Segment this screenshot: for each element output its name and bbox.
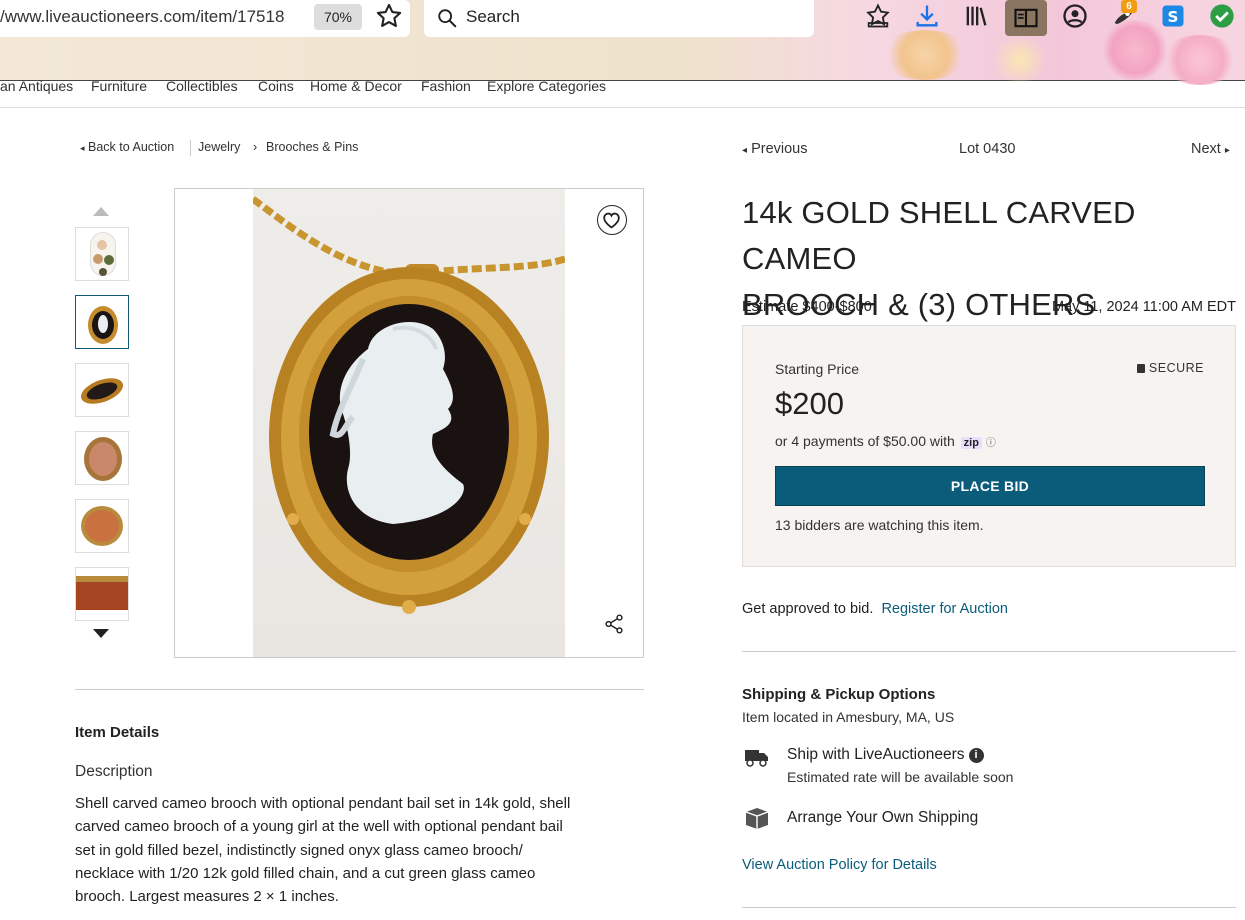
divider [742, 651, 1236, 652]
register-prompt: Get approved to bid. Register for Auctio… [742, 601, 1008, 617]
previous-label: Previous [751, 141, 808, 157]
description-line: carved cameo brooch of a young girl at t… [75, 818, 563, 836]
checkmark-extension-icon[interactable] [1208, 2, 1236, 30]
extension-badge: 6 [1121, 0, 1137, 13]
description-line: brooch. Largest measures 2 × 1 inches. [75, 888, 339, 906]
back-label: Back to Auction [88, 140, 175, 154]
item-details-heading: Item Details [75, 724, 160, 741]
thumbnail-2[interactable] [75, 295, 129, 349]
chevron-right-icon: › [253, 140, 258, 154]
description-line: Shell carved cameo brooch with optional … [75, 795, 571, 812]
nav-divider [0, 107, 1245, 108]
thumb-scroll-up-icon[interactable] [93, 207, 109, 216]
lot-number: Lot 0430 [959, 141, 1016, 157]
category-link[interactable]: Collectibles [166, 78, 238, 94]
item-title-line: 14k GOLD SHELL CARVED CAMEO [742, 195, 1136, 276]
register-for-auction-link[interactable]: Register for Auction [881, 601, 1008, 617]
thumbnail-6[interactable] [75, 567, 129, 621]
info-icon[interactable]: i [968, 748, 984, 763]
auction-date: May 11, 2024 11:00 AM EDT [1051, 299, 1236, 315]
favorite-heart-icon[interactable] [597, 205, 627, 235]
next-lot-link[interactable]: Next ▸ [1191, 141, 1230, 157]
item-location: Item located in Amesbury, MA, US [742, 709, 955, 725]
search-placeholder: Search [466, 7, 520, 26]
arrange-own-shipping: Arrange Your Own Shipping [787, 809, 979, 826]
category-link[interactable]: Fashion [421, 78, 471, 94]
estimate: Estimate $400-$800 [742, 299, 872, 315]
category-link[interactable]: Furniture [91, 78, 147, 94]
download-icon[interactable] [913, 2, 941, 30]
secure-label: SECURE [1148, 361, 1204, 375]
thumbnail-5[interactable] [75, 499, 129, 553]
reader-view-icon[interactable] [1005, 0, 1047, 36]
starting-price-label: Starting Price [775, 361, 860, 377]
cameo-photo [253, 189, 565, 657]
caret-left-icon: ◂ [80, 143, 85, 153]
next-label: Next [1191, 141, 1221, 157]
browser-toolbar: /www.liveauctioneers.com/item/17518 70% … [0, 0, 1245, 85]
divider [742, 907, 1236, 908]
thumb-scroll-down-icon[interactable] [93, 629, 109, 638]
category-link[interactable]: Explore Categories [487, 78, 606, 94]
bookmark-star-icon[interactable] [375, 2, 405, 32]
shipping-heading: Shipping & Pickup Options [742, 686, 936, 703]
ship-estimate-note: Estimated rate will be available soon [787, 769, 1014, 785]
address-bar[interactable]: /www.liveauctioneers.com/item/17518 70% [0, 0, 410, 37]
zip-logo: zip [960, 437, 982, 449]
back-to-auction-link[interactable]: ◂ Back to Auction [80, 140, 174, 154]
caret-right-icon: ▸ [1224, 145, 1230, 156]
thumbnail-1[interactable] [75, 227, 129, 281]
search-bar[interactable]: Search [424, 0, 814, 37]
description-text: Shell carved cameo brooch with optional … [75, 792, 650, 908]
breadcrumb-jewelry[interactable]: Jewelry [198, 140, 240, 154]
package-icon [744, 806, 770, 830]
pocket-save-icon[interactable] [864, 2, 892, 30]
thumbnail-3[interactable] [75, 363, 129, 417]
secure-badge: SECURE [1136, 361, 1204, 375]
ship-option-title: Ship with LiveAuctioneers [787, 746, 965, 763]
watchers-count: 13 bidders are watching this item. [775, 517, 984, 533]
zoom-level-badge[interactable]: 70% [314, 4, 362, 30]
library-icon[interactable] [962, 2, 990, 30]
place-bid-button[interactable]: PLACE BID [775, 466, 1205, 506]
installment-info: or 4 payments of $50.00 with zip ⓘ [775, 433, 996, 449]
register-text: Get approved to bid. [742, 601, 874, 617]
description-line: set in gold filled bezel, indistinctly s… [75, 841, 523, 859]
breadcrumb-separator [190, 140, 191, 156]
previous-lot-link[interactable]: ◂ Previous [742, 141, 807, 157]
truck-icon [744, 746, 770, 768]
lock-icon [1136, 364, 1145, 373]
category-link[interactable]: Home & Decor [310, 78, 402, 94]
description-line: necklace with 1/20 12k gold filled chain… [75, 864, 536, 882]
category-link[interactable]: an Antiques [0, 78, 73, 94]
category-link[interactable]: Coins [258, 78, 294, 94]
info-icon[interactable]: ⓘ [986, 438, 996, 449]
main-image-viewer[interactable] [174, 188, 644, 658]
ship-with-liveauctioneers: Ship with LiveAuctioneers i [787, 746, 984, 764]
divider [75, 689, 644, 690]
bid-panel: Starting Price SECURE $200 or 4 payments… [742, 325, 1236, 567]
share-icon[interactable] [603, 613, 625, 635]
thumbnail-4[interactable] [75, 431, 129, 485]
account-icon[interactable] [1061, 2, 1089, 30]
search-icon [436, 7, 458, 29]
caret-left-icon: ◂ [742, 145, 748, 156]
auction-policy-link[interactable]: View Auction Policy for Details [742, 857, 937, 873]
svg-text:S: S [1168, 8, 1179, 26]
url-text: /www.liveauctioneers.com/item/17518 [0, 7, 285, 26]
starting-price: $200 [775, 386, 844, 421]
breadcrumb-brooches[interactable]: Brooches & Pins [266, 140, 358, 154]
installment-text: or 4 payments of $50.00 with [775, 433, 955, 449]
description-heading: Description [75, 763, 153, 780]
skype-extension-icon[interactable]: S [1159, 2, 1187, 30]
